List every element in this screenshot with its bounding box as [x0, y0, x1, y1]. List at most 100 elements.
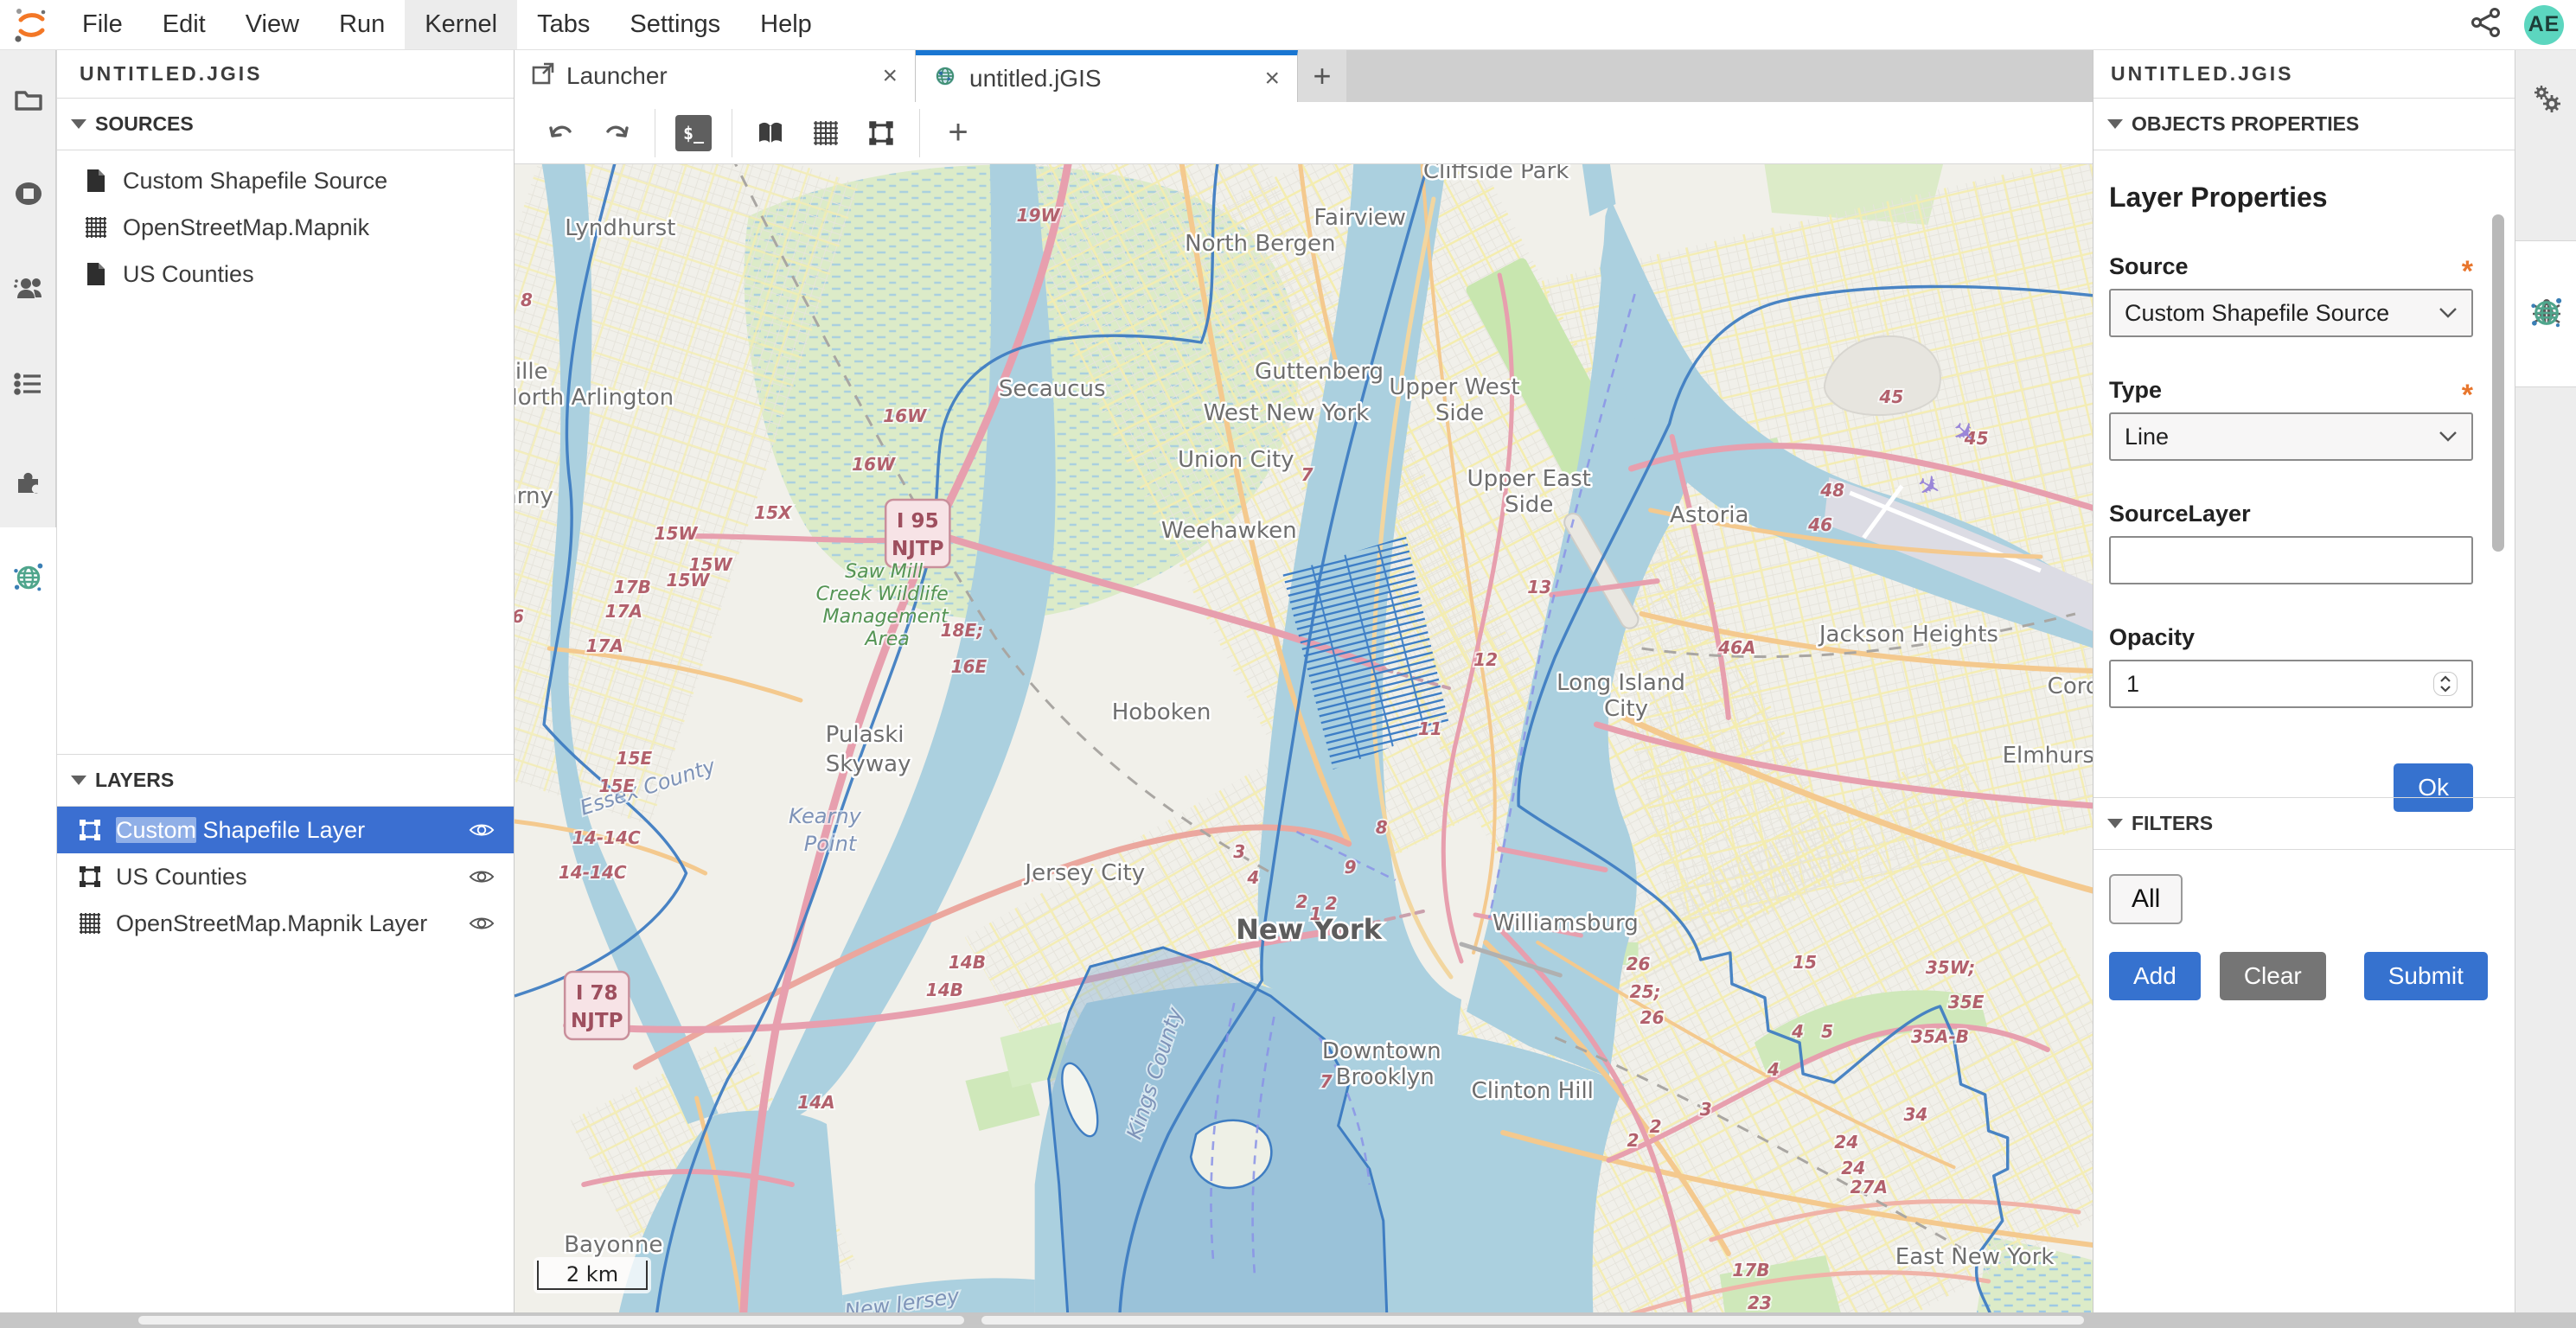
horizontal-scrollbar[interactable] [981, 1316, 2084, 1325]
map-canvas[interactable]: I 95 NJTP I 78 NJTP Cliffside ParkFairvi… [515, 164, 2093, 1312]
map-label: 15W [655, 523, 699, 544]
vector-icon [76, 818, 104, 842]
close-icon[interactable]: × [1264, 66, 1280, 92]
right-activity-bar [2515, 50, 2576, 1312]
map-label: 2 [1650, 1116, 1662, 1137]
objects-properties-header[interactable]: OBJECTS PROPERTIES [2093, 99, 2515, 150]
submit-filter-button[interactable]: Submit [2364, 952, 2488, 1000]
map-label: 14B [926, 980, 963, 1000]
required-asterisk-icon: * [2462, 386, 2473, 404]
tab-launcher[interactable]: Launcher × [515, 50, 916, 102]
eye-icon[interactable] [469, 820, 495, 840]
menu-run[interactable]: Run [319, 0, 405, 49]
chevron-down-icon [71, 119, 86, 129]
open-book-icon[interactable] [746, 109, 795, 157]
source-select[interactable]: Custom Shapefile Source [2109, 289, 2473, 337]
filters-section: FILTERS All Add Clear Submit [2093, 797, 2515, 1000]
menu-view[interactable]: View [226, 0, 319, 49]
jupytergis-panel-icon[interactable] [2515, 289, 2576, 337]
map-label: 34 [1903, 1104, 1927, 1125]
map-label: North Arlington [515, 385, 674, 411]
map-label: Cliffside Park [1423, 164, 1569, 184]
horizontal-scrollbar[interactable] [138, 1316, 964, 1325]
left-panel-title: UNTITLED.JGIS [57, 50, 514, 99]
type-select[interactable]: Line [2109, 412, 2473, 461]
user-avatar[interactable]: AE [2524, 5, 2564, 45]
source-item[interactable]: US Counties [57, 251, 514, 297]
map-label: 2 [1296, 891, 1308, 912]
map-label: 14A [797, 1092, 834, 1113]
objects-properties-label: OBJECTS PROPERTIES [2132, 112, 2359, 136]
vector-icon [76, 865, 104, 889]
menu-file[interactable]: File [62, 0, 143, 49]
add-filter-button[interactable]: Add [2109, 952, 2201, 1000]
jupytergis-globe-icon[interactable] [0, 553, 57, 602]
map-label: 46A [1717, 637, 1755, 658]
jupyter-logo-icon [12, 6, 50, 44]
map-label: 17A [605, 601, 642, 622]
source-item[interactable]: Custom Shapefile Source [57, 157, 514, 204]
layer-item-us-counties[interactable]: US Counties [57, 853, 514, 900]
map-label: 13 [1527, 577, 1551, 597]
right-panel-title: UNTITLED.JGIS [2093, 50, 2515, 99]
collaboration-users-icon[interactable] [0, 265, 57, 313]
map-label: eville [515, 359, 548, 385]
map-label: Upper West [1389, 374, 1519, 400]
new-tab-button[interactable]: + [1298, 50, 1346, 102]
extension-manager-icon[interactable] [0, 456, 57, 505]
layer-item-openstreetmap[interactable]: OpenStreetMap.Mapnik Layer [57, 900, 514, 947]
jupyterlab-window: File Edit View Run Kernel Tabs Settings … [0, 0, 2576, 1328]
eye-icon[interactable] [469, 914, 495, 933]
svg-text:NJTP: NJTP [571, 1010, 623, 1032]
undo-icon[interactable] [537, 109, 585, 157]
map-label: 19W [1017, 205, 1061, 226]
table-of-contents-icon[interactable] [0, 360, 57, 408]
right-panel-scrollbar[interactable] [2492, 214, 2504, 552]
map-label: Side [1435, 400, 1484, 426]
map-label: 24 [1834, 1132, 1858, 1152]
console-icon[interactable]: $_ [669, 109, 718, 157]
scale-bar: 2 km [534, 1257, 651, 1293]
map-label: 15W [667, 570, 711, 591]
running-kernels-icon[interactable] [0, 169, 57, 218]
menu-edit[interactable]: Edit [143, 0, 226, 49]
menu-tabs[interactable]: Tabs [517, 0, 610, 49]
layers-section-header[interactable]: LAYERS [57, 755, 514, 807]
clear-filter-button[interactable]: Clear [2220, 952, 2326, 1000]
layers-header-label: LAYERS [95, 769, 174, 792]
eye-icon[interactable] [469, 867, 495, 886]
map-label: 45 [1878, 386, 1903, 407]
number-stepper-icon[interactable] [2433, 672, 2458, 696]
close-icon[interactable]: × [882, 63, 898, 89]
map-label: 11 [1418, 718, 1442, 739]
menu-help[interactable]: Help [740, 0, 832, 49]
sources-section-header[interactable]: SOURCES [57, 99, 514, 150]
file-browser-icon[interactable] [0, 74, 57, 123]
vector-polygon-icon[interactable] [857, 109, 905, 157]
map-toolbar: $_ + [515, 102, 2093, 164]
map-label: Clinton Hill [1472, 1078, 1594, 1104]
redo-icon[interactable] [592, 109, 641, 157]
map-label: Jackson Heights [1818, 622, 1998, 648]
filter-all-select[interactable]: All [2109, 874, 2183, 924]
map-label: Upper East [1467, 466, 1591, 492]
filters-section-header[interactable]: FILTERS [2093, 798, 2515, 850]
add-layer-button[interactable]: + [934, 109, 982, 157]
opacity-input[interactable] [2125, 670, 2433, 699]
map-label: 7 [1301, 464, 1314, 485]
grid-icon[interactable] [802, 109, 850, 157]
map-label: Bayonne [564, 1232, 662, 1258]
opacity-field: Opacity [2109, 624, 2473, 708]
menu-kernel[interactable]: Kernel [405, 0, 517, 49]
tab-label: Launcher [566, 62, 668, 90]
layer-properties-heading: Layer Properties [2109, 182, 2473, 214]
tab-untitled-jgis[interactable]: untitled.jGIS × [916, 50, 1298, 102]
menu-settings[interactable]: Settings [610, 0, 740, 49]
layer-item-custom-shapefile[interactable]: Custom Shapefile Layer [57, 807, 514, 853]
right-sidebar-panel: UNTITLED.JGIS OBJECTS PROPERTIES Layer P… [2093, 50, 2515, 1312]
sourcelayer-input[interactable] [2125, 546, 2458, 575]
map-label: 26 [1627, 954, 1651, 974]
property-inspector-icon[interactable] [2515, 74, 2576, 123]
source-item[interactable]: OpenStreetMap.Mapnik [57, 204, 514, 251]
share-icon[interactable] [2471, 7, 2502, 42]
